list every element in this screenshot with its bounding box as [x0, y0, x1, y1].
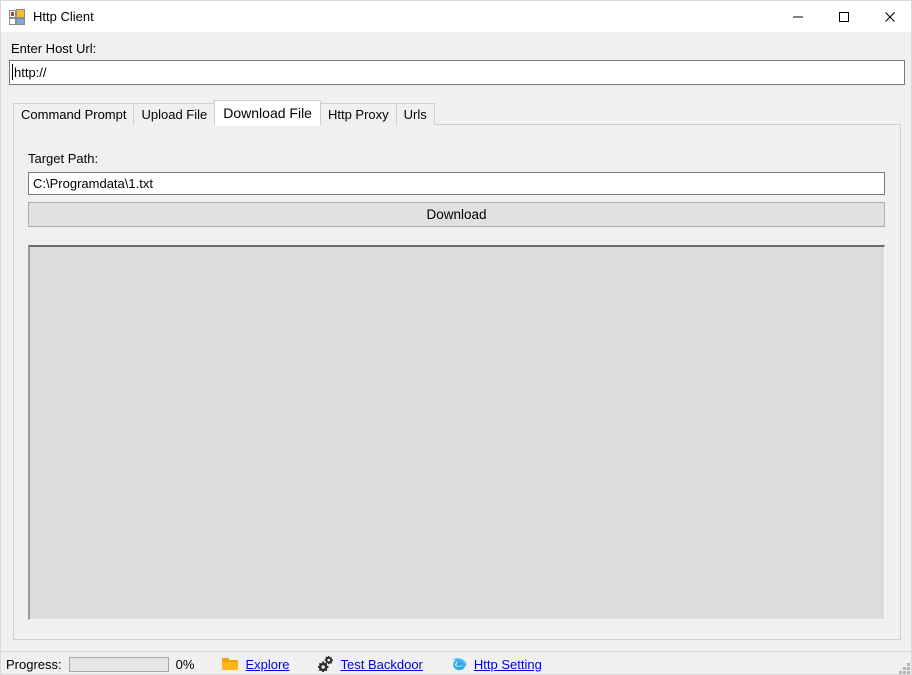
output-log-panel[interactable]: [28, 245, 885, 620]
minimize-icon: [793, 16, 803, 17]
explore-link-item[interactable]: Explore: [222, 656, 290, 672]
progress-label: Progress:: [6, 656, 62, 672]
tab-label: Upload File: [141, 107, 208, 122]
window-title: Http Client: [33, 9, 94, 24]
tabstrip: Command Prompt Upload File Download File…: [13, 100, 435, 126]
tab-upload-file[interactable]: Upload File: [133, 103, 216, 125]
tab-http-proxy[interactable]: Http Proxy: [319, 103, 397, 125]
maximize-button[interactable]: [821, 1, 867, 32]
caption-buttons: [775, 1, 911, 32]
download-button[interactable]: Download: [28, 202, 885, 227]
host-url-input[interactable]: [9, 60, 905, 85]
minimize-button[interactable]: [775, 1, 821, 32]
tab-label: Urls: [403, 107, 427, 122]
explore-link[interactable]: Explore: [245, 657, 289, 672]
resize-grip[interactable]: [897, 661, 910, 674]
folder-icon: [222, 656, 239, 672]
target-path-label: Target Path:: [28, 151, 99, 166]
progress-bar: [68, 656, 169, 672]
titlebar: Http Client: [1, 1, 911, 32]
internet-explorer-icon: [451, 656, 468, 672]
test-backdoor-link[interactable]: Test Backdoor: [341, 657, 423, 672]
tab-download-file[interactable]: Download File: [214, 100, 321, 126]
http-setting-link-item[interactable]: Http Setting: [451, 656, 542, 672]
host-url-label: Enter Host Url:: [11, 41, 97, 56]
maximize-icon: [839, 11, 849, 22]
close-icon: [885, 11, 895, 22]
target-path-input[interactable]: [28, 172, 885, 195]
text-caret: [12, 64, 13, 80]
close-button[interactable]: [867, 1, 911, 32]
winforms-app-icon: [9, 8, 25, 25]
gears-icon: [317, 656, 335, 672]
tab-urls[interactable]: Urls: [395, 103, 435, 125]
progress-percent: 0%: [175, 656, 195, 672]
tab-command-prompt[interactable]: Command Prompt: [13, 103, 135, 125]
http-client-window: Http Client Enter Host Url: http:// Comm…: [0, 0, 912, 675]
tab-label: Command Prompt: [21, 107, 127, 122]
statusbar: Progress: 0% Explore Test Backdoor Http …: [1, 652, 911, 674]
test-backdoor-link-item[interactable]: Test Backdoor: [317, 656, 423, 672]
tab-label: Http Proxy: [327, 107, 389, 122]
tab-label: Download File: [223, 105, 312, 121]
http-setting-link[interactable]: Http Setting: [474, 657, 542, 672]
